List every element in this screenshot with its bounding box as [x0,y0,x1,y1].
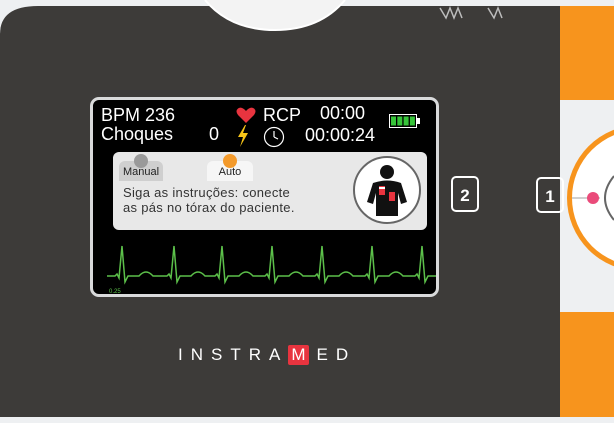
ecg-scale-value: 0.25 [109,289,121,295]
brand-m: M [288,345,309,365]
power-button-1[interactable]: 1 [536,177,564,213]
rcp-timer: 00:00 [320,103,366,123]
brand-before: INSTRA [178,345,289,364]
battery-cell [391,116,396,126]
clock-icon [263,126,285,148]
brand-after: ED [316,345,357,364]
battery-cell [403,116,409,126]
instruction-line-2: as pás no tórax do paciente. [123,200,295,215]
shocks-count: 0 [209,124,220,144]
tab-manual[interactable]: Manual [119,154,163,181]
ecg-scale-unit: mV [109,296,121,297]
battery-icon [389,114,420,128]
brand-logo: INSTRA M ED [178,345,356,365]
instruction-line-1: Siga as instruções: conecte [123,185,291,200]
elapsed-timer: 00:00:24 [305,125,376,145]
manual-indicator-dot [134,154,148,168]
ecg-scale: 0.25 mV [109,289,121,297]
lightning-icon [238,125,248,147]
shocks-label: Choques [101,124,174,144]
tab-auto[interactable]: Auto [207,154,253,181]
power-indicator [587,192,599,204]
patient-pads-icon [353,156,421,224]
battery-cell [409,116,415,126]
shock-button-2[interactable]: 2 [451,176,479,212]
instruction-panel: Manual Auto Siga as instruções: conecte … [113,152,427,230]
bpm-label: BPM 236 [101,105,176,125]
auto-indicator-dot [223,154,237,168]
rcp-label: RCP [263,105,302,125]
heart-icon [236,107,256,123]
ecg-trace [107,245,436,285]
battery-cell [397,116,403,126]
monitor-screen: BPM 236 RCP 00:00 Choques 0 00:00:24 Man… [90,97,439,297]
